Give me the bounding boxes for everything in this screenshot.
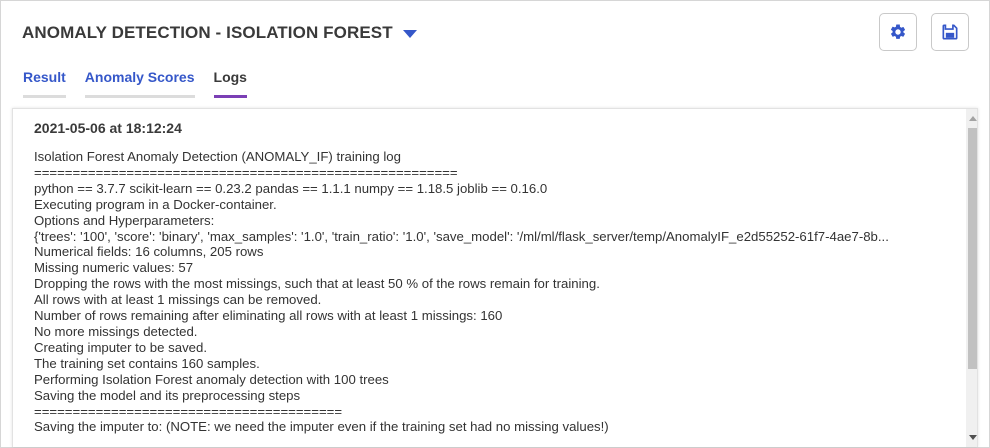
log-line: ========================================: [34, 403, 343, 419]
log-line: Creating imputer to be saved.: [34, 339, 207, 355]
title-dropdown-caret-icon[interactable]: [402, 30, 417, 38]
log-text: Isolation Forest Anomaly Detection (ANOM…: [34, 149, 966, 435]
tab-anomaly-scores[interactable]: Anomaly Scores: [84, 69, 195, 98]
log-line: Dropping the rows with the most missings…: [34, 276, 600, 292]
log-line: python == 3.7.7 scikit-learn == 0.23.2 p…: [34, 180, 548, 196]
log-line: Numerical fields: 16 columns, 205 rows: [34, 244, 264, 260]
settings-button[interactable]: [879, 13, 917, 51]
log-line: Executing program in a Docker-container.: [34, 196, 277, 212]
tab-result[interactable]: Result: [23, 69, 66, 98]
panel-title: ANOMALY DETECTION - ISOLATION FOREST: [22, 23, 393, 42]
log-line: Missing numeric values: 57: [34, 260, 194, 276]
anomaly-detection-panel: ANOMALY DETECTION - ISOLATION FOREST Res…: [0, 0, 990, 448]
log-line: All rows with at least 1 missings can be…: [34, 292, 322, 308]
floppy-disk-icon: [942, 24, 958, 40]
tab-bar: Result Anomaly Scores Logs: [23, 69, 247, 98]
save-button[interactable]: [931, 13, 969, 51]
scroll-down-arrow-icon[interactable]: [969, 435, 977, 440]
tab-logs[interactable]: Logs: [213, 69, 247, 98]
log-line: Isolation Forest Anomaly Detection (ANOM…: [34, 149, 401, 164]
log-panel: 2021-05-06 at 18:12:24 Isolation Forest …: [12, 108, 978, 447]
title-row: ANOMALY DETECTION - ISOLATION FOREST: [22, 20, 417, 46]
gear-icon: [890, 24, 906, 39]
log-line: Saving the model and its preprocessing s…: [34, 387, 301, 403]
log-line: Options and Hyperparameters:: [34, 212, 215, 228]
log-line: Saving the imputer to: (NOTE: we need th…: [34, 419, 609, 435]
log-line: Performing Isolation Forest anomaly dete…: [34, 371, 389, 387]
vertical-scrollbar[interactable]: [966, 109, 977, 447]
scrollbar-thumb[interactable]: [968, 128, 977, 369]
log-line: No more missings detected.: [34, 323, 198, 339]
log-line: Number of rows remaining after eliminati…: [34, 308, 503, 324]
log-line: ========================================…: [34, 164, 458, 180]
log-line: {'trees': '100', 'score': 'binary', 'max…: [34, 228, 889, 244]
log-content: 2021-05-06 at 18:12:24 Isolation Forest …: [13, 109, 966, 447]
log-timestamp: 2021-05-06 at 18:12:24: [34, 120, 182, 136]
scroll-up-arrow-icon[interactable]: [969, 116, 977, 121]
log-line: The training set contains 160 samples.: [34, 355, 260, 371]
